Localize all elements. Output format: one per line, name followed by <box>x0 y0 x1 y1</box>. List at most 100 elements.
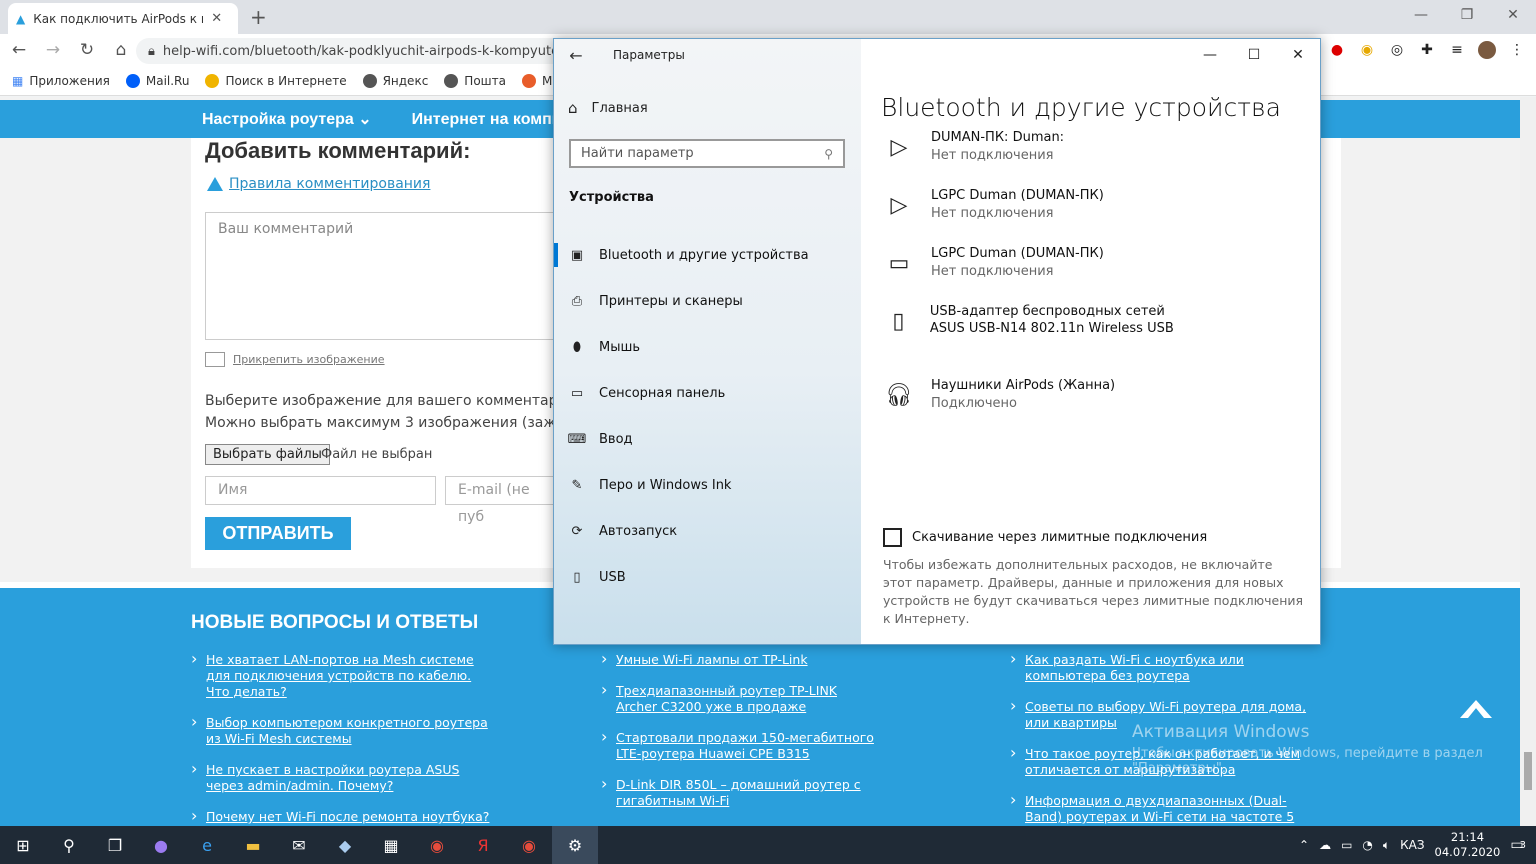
chevron-up-icon[interactable]: ⌃ <box>1299 838 1309 852</box>
app-icon[interactable]: ◆ <box>322 826 368 864</box>
rules-link[interactable]: Правила комментирования <box>207 176 430 192</box>
network-icon[interactable]: ◔ <box>1362 838 1372 852</box>
printer-icon: ⎙ <box>571 293 583 309</box>
faq-link[interactable]: Выбор компьютером конкретного роутера из… <box>191 714 491 747</box>
maximize-icon[interactable]: ☐ <box>1232 39 1276 71</box>
bookmark-apps[interactable]: ▦ Приложения <box>12 74 110 88</box>
faq-link[interactable]: Информация о двухдиапазонных (Dual-Band)… <box>1010 792 1310 826</box>
battery-icon[interactable]: ▭ <box>1341 838 1352 852</box>
bookmark-yandex[interactable]: Яндекс <box>362 73 428 88</box>
restore-icon[interactable]: ❐ <box>1444 0 1490 30</box>
language-indicator[interactable]: КАЗ <box>1400 838 1424 852</box>
reload-icon[interactable]: ↻ <box>72 40 102 60</box>
settings-gear-icon[interactable]: ⚙ <box>552 826 598 864</box>
close-icon[interactable]: ✕ <box>1490 0 1536 30</box>
reading-list-icon[interactable]: ≡ <box>1448 41 1466 59</box>
forward-icon[interactable]: → <box>38 40 68 60</box>
menu-item-usb[interactable]: ▯ USB <box>554 554 861 600</box>
scrollbar-thumb[interactable] <box>1524 752 1532 790</box>
clock[interactable]: 21:14 04.07.2020 <box>1435 830 1501 860</box>
profile-avatar[interactable] <box>1478 41 1496 59</box>
menu-item-touchpad[interactable]: ▭ Сенсорная панель <box>554 370 861 416</box>
device-item[interactable]: ▷ LGPC Duman (DUMAN-ПК) Нет подключения <box>881 187 1104 223</box>
autoplay-icon: ⟳ <box>571 523 583 539</box>
faq-link[interactable]: Трехдиапазонный роутер TP-LINK Archer C3… <box>601 682 881 715</box>
tab-title: Как подключить AirPods к комп <box>33 11 203 26</box>
store-icon[interactable]: ▦ <box>368 826 414 864</box>
circle-extension-icon[interactable]: ◎ <box>1388 41 1406 59</box>
settings-window: ← Параметры ⌂ Главная Найти параметр ⚲ У… <box>553 38 1321 645</box>
menu-item-autoplay[interactable]: ⟳ Автозапуск <box>554 508 861 554</box>
search-icon[interactable]: ⚲ <box>46 826 92 864</box>
faq-column-2: Умные Wi-Fi лампы от TP-Link Трехдиапазо… <box>601 651 881 824</box>
puzzle-extension-icon[interactable]: ✚ <box>1418 41 1436 59</box>
name-input[interactable]: Имя <box>205 476 436 505</box>
page-title: Bluetooth и другие устройства <box>881 93 1281 122</box>
scroll-to-top-icon[interactable] <box>1460 700 1492 718</box>
settings-search-input[interactable]: Найти параметр ⚲ <box>569 139 845 168</box>
menu-item-printers[interactable]: ⎙ Принтеры и сканеры <box>554 278 861 324</box>
opera-extension-icon[interactable]: ● <box>1328 41 1346 59</box>
checkbox[interactable] <box>883 528 902 547</box>
settings-titlebar: ← Параметры <box>554 39 861 71</box>
device-item[interactable]: 🎧︎ Наушники AirPods (Жанна) Подключено <box>881 377 1115 413</box>
modal-icon <box>522 73 536 88</box>
device-item[interactable]: ▭ LGPC Duman (DUMAN-ПК) Нет подключения <box>881 245 1104 281</box>
volume-icon[interactable]: 🔈︎ <box>1383 838 1390 853</box>
close-icon[interactable]: ✕ <box>1276 39 1320 71</box>
start-windows-icon[interactable]: ⊞ <box>0 826 46 864</box>
back-arrow-icon[interactable]: ← <box>554 46 598 65</box>
minimize-icon[interactable]: — <box>1398 0 1444 30</box>
new-tab-button[interactable]: + <box>250 5 267 29</box>
faq-link[interactable]: Как раздать Wi-Fi с ноутбука или компьют… <box>1010 651 1310 684</box>
task-view-icon[interactable]: ❐ <box>92 826 138 864</box>
page-scrollbar[interactable] <box>1520 97 1536 826</box>
onedrive-icon[interactable]: ☁ <box>1319 838 1331 852</box>
menu-item-mouse[interactable]: ⬮ Мышь <box>554 324 861 370</box>
file-explorer-icon[interactable]: ▬ <box>230 826 276 864</box>
display-device-icon: ▭ <box>888 250 910 276</box>
edge-icon[interactable]: e <box>184 826 230 864</box>
device-status: Нет подключения <box>931 148 1054 163</box>
bookmark-search[interactable]: Поиск в Интернете <box>205 73 347 88</box>
nav-router-setup[interactable]: Настройка роутера ⌄ <box>202 109 372 129</box>
bookmark-mailru[interactable]: Mail.Ru <box>125 73 189 88</box>
metered-download-toggle[interactable]: Скачивание через лимитные подключения <box>883 528 1207 547</box>
window-title: Параметры <box>613 48 685 62</box>
system-tray: ⌃ ☁ ▭ ◔ 🔈︎ КАЗ 21:14 04.07.2020 ▭ 3 <box>1299 826 1536 864</box>
attach-image-link[interactable]: Прикрепить изображение <box>205 352 385 367</box>
minimize-icon[interactable]: — <box>1188 39 1232 71</box>
back-icon[interactable]: ← <box>4 40 34 60</box>
menu-item-bluetooth[interactable]: ▣ Bluetooth и другие устройства <box>554 232 861 278</box>
faq-link[interactable]: Умные Wi-Fi лампы от TP-Link <box>601 651 881 668</box>
faq-link[interactable]: Стартовали продажи 150-мегабитного LTE-р… <box>601 729 881 762</box>
menu-dots-icon[interactable]: ⋮ <box>1508 41 1526 59</box>
home-icon[interactable]: ⌂ <box>106 40 136 60</box>
home-link[interactable]: ⌂ Главная <box>568 99 648 117</box>
yellow-extension-icon[interactable]: ◉ <box>1358 41 1376 59</box>
browser-tab[interactable]: ▲ Как подключить AirPods к комп ✕ <box>8 3 238 34</box>
device-item[interactable]: ▯ USB-адаптер беспроводных сетей ASUS US… <box>881 303 1201 339</box>
faq-link[interactable]: D-Link DIR 850L – домашний роутер с гига… <box>601 776 881 809</box>
mail-icon[interactable]: ✉ <box>276 826 322 864</box>
faq-link[interactable]: Не пускает в настройки роутера ASUS чере… <box>191 761 491 794</box>
faq-link[interactable]: Почему нет Wi-Fi после ремонта ноутбука? <box>191 808 491 825</box>
close-tab-icon[interactable]: ✕ <box>211 11 222 26</box>
cortana-icon[interactable]: ● <box>138 826 184 864</box>
device-text: Наушники AirPods (Жанна) Подключено <box>931 377 1115 413</box>
url-text: help-wifi.com/bluetooth/kak-podklyuchit-… <box>162 43 578 59</box>
choose-files-button[interactable]: Выбрать файлы <box>205 444 330 465</box>
faq-link[interactable]: Не хватает LAN-портов на Mesh системе дл… <box>191 651 491 700</box>
chrome-active-icon[interactable]: ◉ <box>506 826 552 864</box>
menu-item-typing[interactable]: ⌨ Ввод <box>554 416 861 462</box>
device-name: LGPC Duman (DUMAN-ПК) <box>931 188 1104 203</box>
browser-tabstrip: ▲ Как подключить AirPods к комп ✕ + — ❐ … <box>0 0 1536 34</box>
menu-item-pen[interactable]: ✎ Перо и Windows Ink <box>554 462 861 508</box>
email-input[interactable]: E-mail (не пуб <box>445 476 553 525</box>
yandex-browser-icon[interactable]: Я <box>460 826 506 864</box>
taskbar: ⊞ ⚲ ❐ ● e ▬ ✉ ◆ ▦ ◉ Я ◉ ⚙ ⌃ ☁ ▭ ◔ 🔈︎ КАЗ… <box>0 826 1536 864</box>
bookmark-poshta[interactable]: Пошта <box>444 73 506 88</box>
submit-button[interactable]: ОТПРАВИТЬ <box>205 517 351 550</box>
chrome-icon[interactable]: ◉ <box>414 826 460 864</box>
device-item[interactable]: ▷ DUMAN-ПК: Duman: Нет подключения <box>881 129 1065 165</box>
